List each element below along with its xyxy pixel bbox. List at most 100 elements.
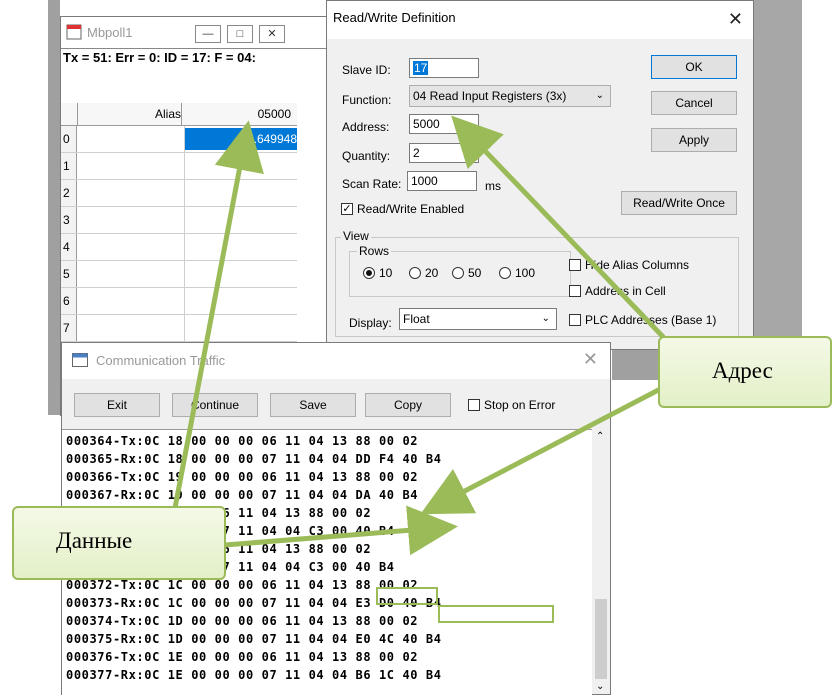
rows-radio-100[interactable] — [499, 267, 511, 279]
value-cell[interactable] — [185, 261, 297, 287]
table-row[interactable]: 0 5.649948 — [61, 126, 297, 153]
address-callout: Адрес — [658, 336, 832, 408]
save-button[interactable]: Save — [270, 393, 356, 417]
mbpoll-titlebar[interactable]: Mbpoll1 — □ ✕ — [61, 17, 339, 47]
rw-enabled-checkbox[interactable]: ✓ — [341, 203, 353, 215]
background-strip — [48, 0, 60, 415]
row-number: 7 — [61, 315, 77, 341]
value-cell[interactable] — [185, 207, 297, 233]
close-button[interactable]: ✕ — [259, 25, 285, 43]
rows-label: Rows — [357, 244, 392, 258]
table-row[interactable]: 6 — [61, 288, 297, 315]
data-callout-text: Данные — [56, 528, 133, 553]
quantity-field[interactable]: 2 — [409, 143, 479, 163]
mbpoll-status-line: Tx = 51: Err = 0: ID = 17: F = 04: — [61, 48, 341, 68]
address-highlight-box — [376, 587, 438, 605]
stop-on-error-checkbox[interactable] — [468, 399, 480, 411]
row-number: 2 — [61, 180, 77, 206]
alias-cell[interactable] — [78, 315, 185, 341]
grid-header-address[interactable]: 05000 — [185, 103, 291, 125]
row-number: 4 — [61, 234, 77, 260]
table-row[interactable]: 7 — [61, 315, 297, 342]
alias-cell[interactable] — [78, 207, 185, 233]
table-row[interactable]: 2 — [61, 180, 297, 207]
row-number: 3 — [61, 207, 77, 233]
read-write-once-button[interactable]: Read/Write Once — [621, 191, 737, 215]
row-number: 0 — [61, 126, 77, 152]
ct-titlebar[interactable]: Communication Traffic ✕ — [62, 343, 610, 379]
traffic-line: 000372-Tx:0C 1C 00 00 00 06 11 04 13 88 … — [66, 578, 419, 592]
alias-cell[interactable] — [78, 180, 185, 206]
value-cell[interactable] — [185, 234, 297, 260]
ok-button[interactable]: OK — [651, 55, 737, 79]
chevron-down-icon[interactable]: ⌄ — [596, 681, 604, 692]
alias-cell[interactable] — [78, 261, 185, 287]
grid-corner — [61, 103, 78, 125]
table-row[interactable]: 3 — [61, 207, 297, 234]
apply-button[interactable]: Apply — [651, 128, 737, 152]
maximize-button[interactable]: □ — [227, 25, 253, 43]
value-cell[interactable] — [185, 315, 297, 341]
stop-on-error-label: Stop on Error — [484, 398, 556, 412]
rw-titlebar[interactable]: Read/Write Definition ✕ — [327, 1, 753, 39]
scrollbar-thumb[interactable] — [595, 599, 607, 679]
background-right — [802, 0, 837, 380]
address-field[interactable]: 5000 — [409, 114, 479, 134]
continue-button[interactable]: Continue — [172, 393, 258, 417]
rows-radio-10[interactable] — [363, 267, 375, 279]
value-cell[interactable] — [185, 153, 297, 179]
table-row[interactable]: 5 — [61, 261, 297, 288]
row-number: 5 — [61, 261, 77, 287]
address-in-cell-checkbox[interactable] — [569, 285, 581, 297]
quantity-label: Quantity: — [342, 149, 391, 163]
table-row[interactable]: 1 — [61, 153, 297, 180]
scan-rate-field[interactable]: 1000 — [407, 171, 477, 191]
slave-id-value: 17 — [413, 61, 429, 75]
traffic-line: 000374-Tx:0C 1D 00 00 00 06 11 04 13 88 … — [66, 614, 419, 628]
traffic-line: 000367-Rx:0C 19 00 00 00 07 11 04 04 DA … — [66, 488, 419, 502]
ct-app-icon — [72, 353, 88, 367]
hide-alias-checkbox[interactable] — [569, 259, 581, 271]
grid-header-alias[interactable]: Alias — [78, 103, 182, 125]
traffic-line: 000366-Tx:0C 19 00 00 00 06 11 04 13 88 … — [66, 470, 419, 484]
alias-cell[interactable] — [78, 126, 185, 152]
address-callout-text: Адрес — [712, 358, 773, 383]
minimize-button[interactable]: — — [195, 25, 221, 43]
row-number: 6 — [61, 288, 77, 314]
exit-button[interactable]: Exit — [74, 393, 160, 417]
hide-alias-label: Hide Alias Columns — [585, 258, 690, 272]
alias-cell[interactable] — [78, 153, 185, 179]
view-label: View — [341, 229, 371, 243]
grid-header: Alias 05000 — [61, 103, 297, 126]
alias-cell[interactable] — [78, 288, 185, 314]
table-row[interactable]: 4 — [61, 234, 297, 261]
alias-cell[interactable] — [78, 234, 185, 260]
plc-addresses-checkbox[interactable] — [569, 314, 581, 326]
cancel-button[interactable]: Cancel — [651, 91, 737, 115]
traffic-line: 000365-Rx:0C 18 00 00 00 07 11 04 04 DD … — [66, 452, 442, 466]
chevron-down-icon: ⌄ — [541, 313, 550, 324]
slave-id-field[interactable]: 17 — [409, 58, 479, 78]
rows-radio-20-label: 20 — [425, 266, 439, 280]
rows-radio-50-label: 50 — [468, 266, 482, 280]
value-cell[interactable] — [185, 180, 297, 206]
function-select[interactable]: 04 Read Input Registers (3x) ⌄ — [409, 85, 611, 107]
copy-button[interactable]: Copy — [365, 393, 451, 417]
close-icon[interactable]: ✕ — [583, 349, 598, 370]
traffic-line: 000364-Tx:0C 18 00 00 00 06 11 04 13 88 … — [66, 434, 419, 448]
ms-label: ms — [485, 179, 501, 193]
chevron-down-icon: ⌄ — [595, 90, 604, 101]
rows-radio-50[interactable] — [452, 267, 464, 279]
slave-id-label: Slave ID: — [342, 63, 391, 77]
traffic-line: 000377-Rx:0C 1E 00 00 00 07 11 04 04 B6 … — [66, 668, 442, 682]
traffic-scrollbar[interactable]: ⌃ ⌄ — [592, 429, 610, 694]
display-label: Display: — [349, 316, 392, 330]
rows-radio-20[interactable] — [409, 267, 421, 279]
value-cell-selected[interactable]: 5.649948 — [185, 128, 297, 150]
traffic-line: 000376-Tx:0C 1E 00 00 00 06 11 04 13 88 … — [66, 650, 419, 664]
row-number: 1 — [61, 153, 77, 179]
chevron-up-icon[interactable]: ⌃ — [596, 431, 604, 442]
close-icon[interactable]: ✕ — [728, 9, 743, 30]
display-select[interactable]: Float ⌄ — [399, 308, 557, 330]
value-cell[interactable] — [185, 288, 297, 314]
